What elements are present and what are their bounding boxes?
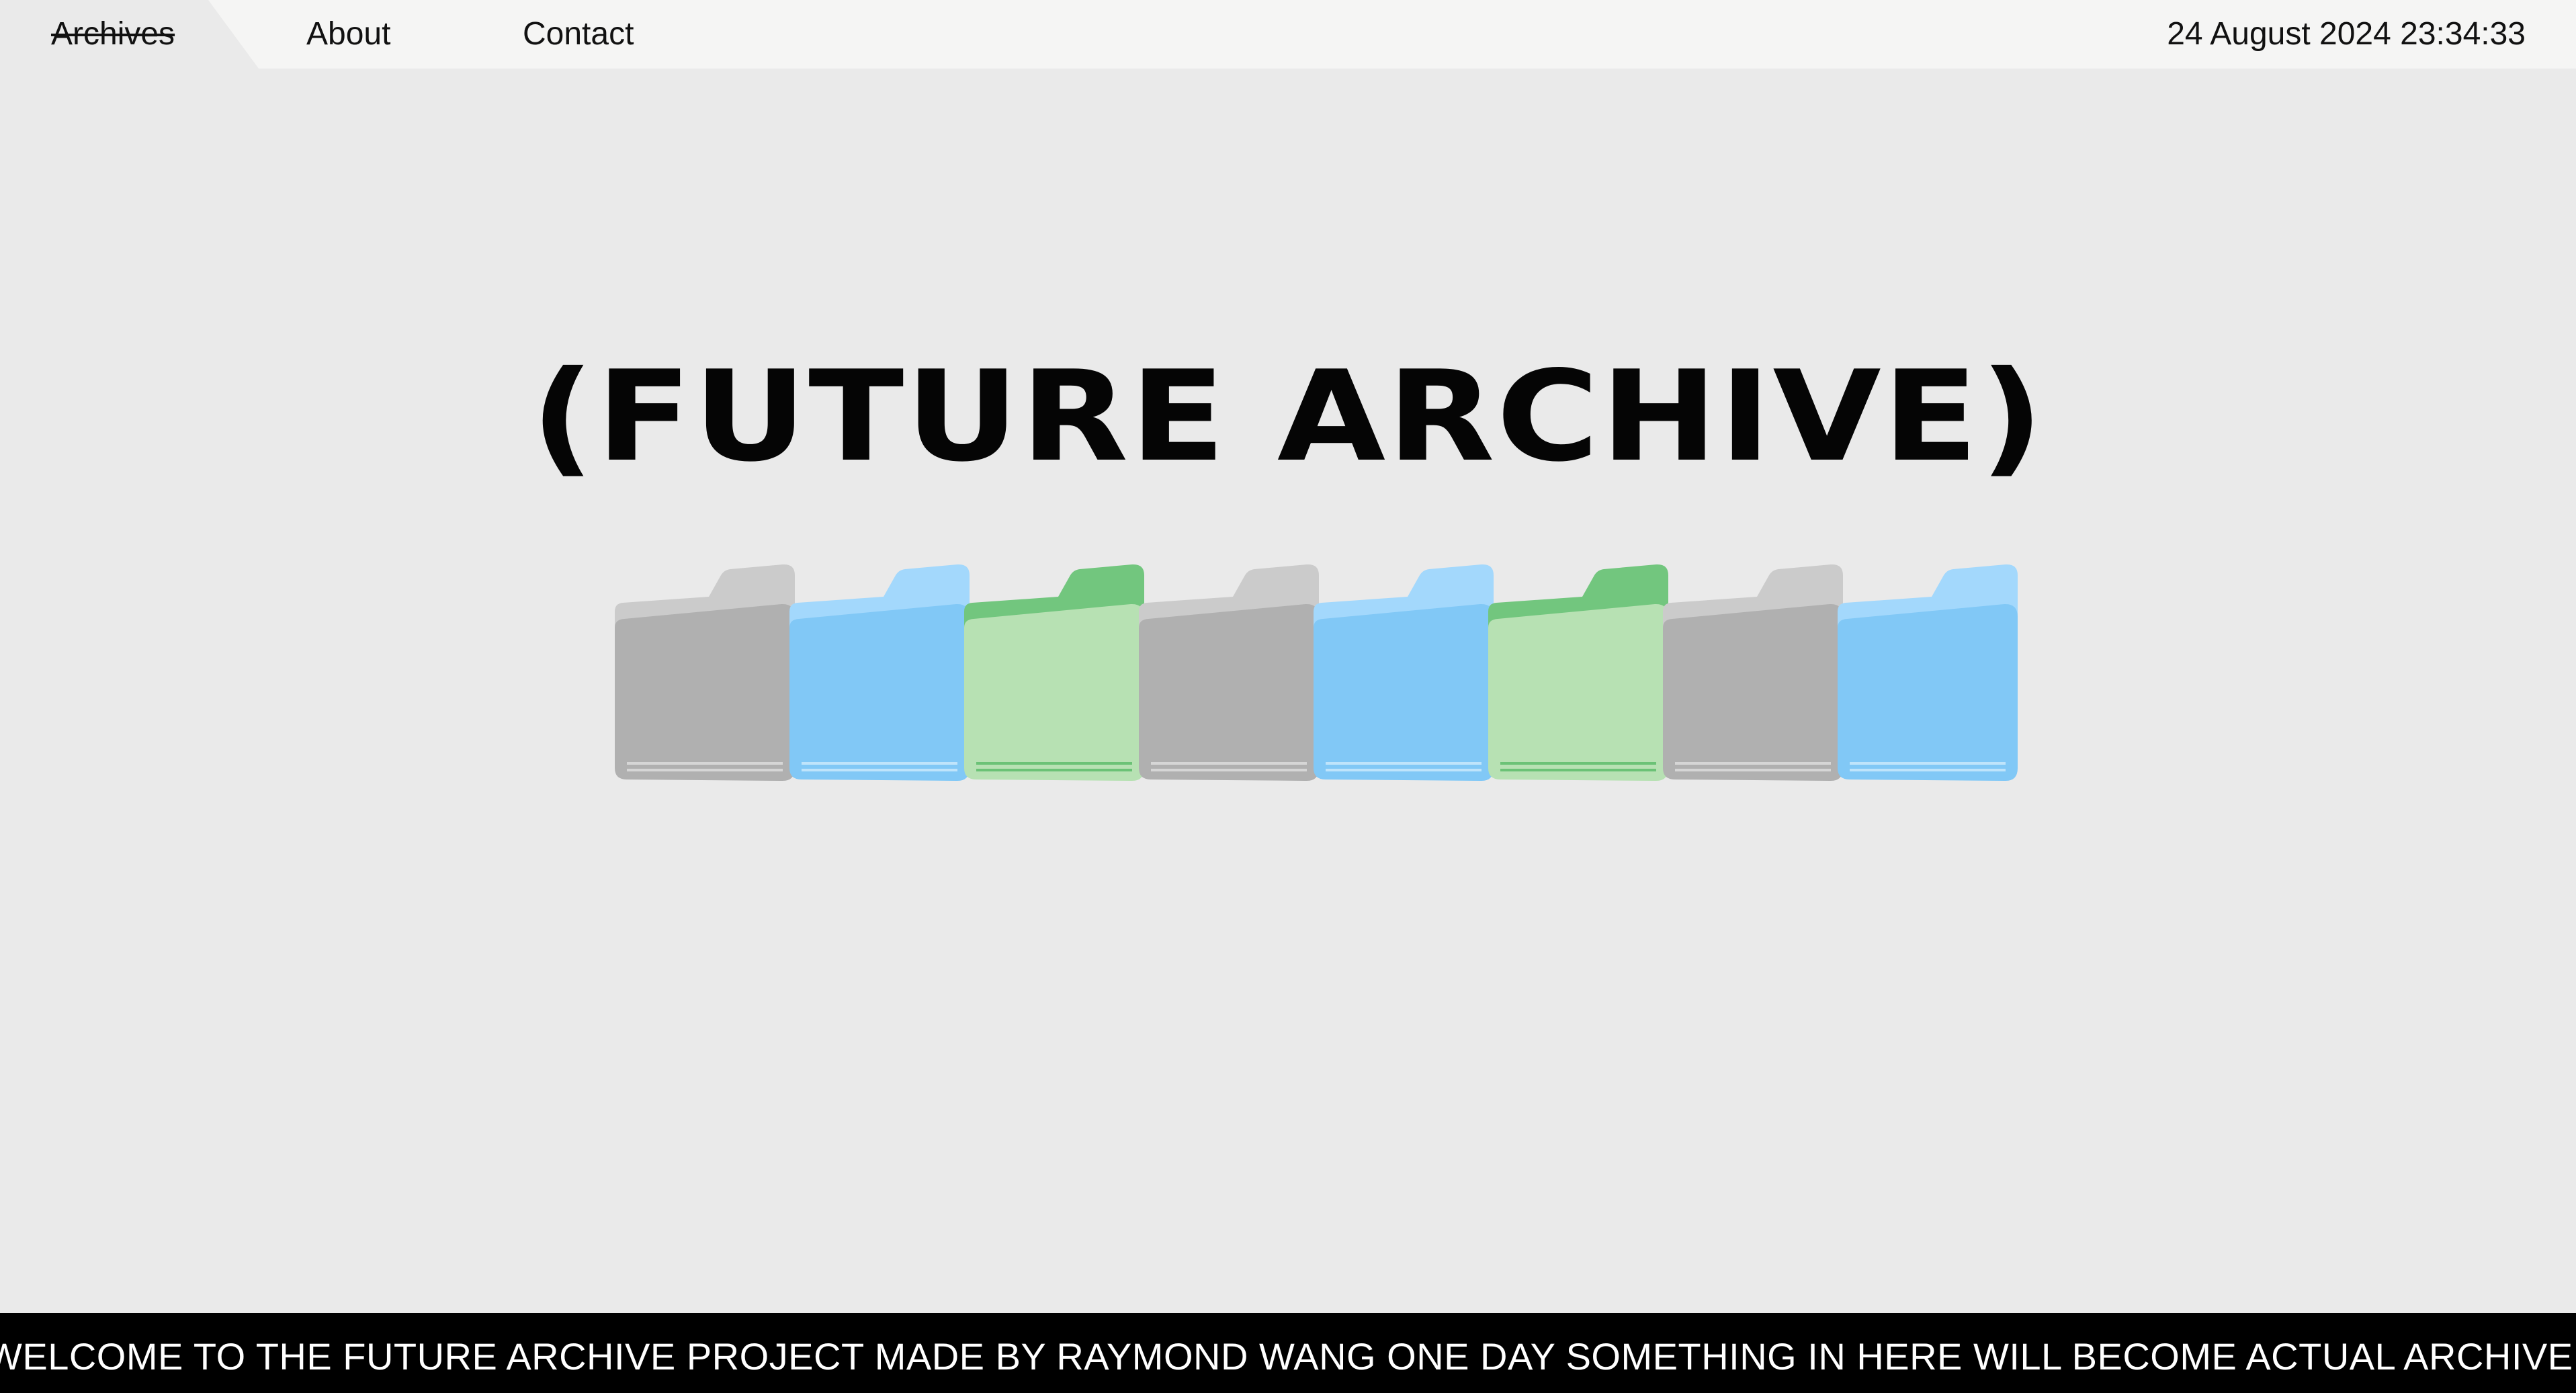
folder-item[interactable] [789,563,970,782]
folder-item[interactable] [964,563,1144,782]
folder-icon [789,564,970,782]
folder-icon [964,564,1144,782]
folder-icon [1488,564,1668,782]
ticker-bar: WELCOME TO THE FUTURE ARCHIVE PROJECT MA… [0,1313,2576,1393]
folder-item[interactable] [1139,563,1319,782]
page: Archives About Contact 24 August 2024 23… [0,0,2576,1393]
top-nav-bar: Archives About Contact 24 August 2024 23… [0,0,2576,69]
nav-link-contact[interactable]: Contact [523,0,634,69]
folder-icon [1139,564,1319,782]
folder-item[interactable] [1838,563,2018,782]
folder-row [0,563,2576,782]
folder-item[interactable] [1663,563,1843,782]
folder-item[interactable] [1314,563,1494,782]
nav-link-archives[interactable]: Archives [51,0,175,69]
folder-item[interactable] [1488,563,1668,782]
nav-link-about[interactable]: About [306,0,390,69]
folder-icon [1838,564,2018,782]
current-datetime: 24 August 2024 23:34:33 [2167,16,2526,52]
ticker-text: WELCOME TO THE FUTURE ARCHIVE PROJECT MA… [0,1335,2576,1378]
folder-icon [1663,564,1843,782]
folder-icon [615,564,795,782]
hero-title: (FUTURE ARCHIVE) [530,343,2045,489]
folder-icon [1314,564,1494,782]
folder-item[interactable] [615,563,795,782]
